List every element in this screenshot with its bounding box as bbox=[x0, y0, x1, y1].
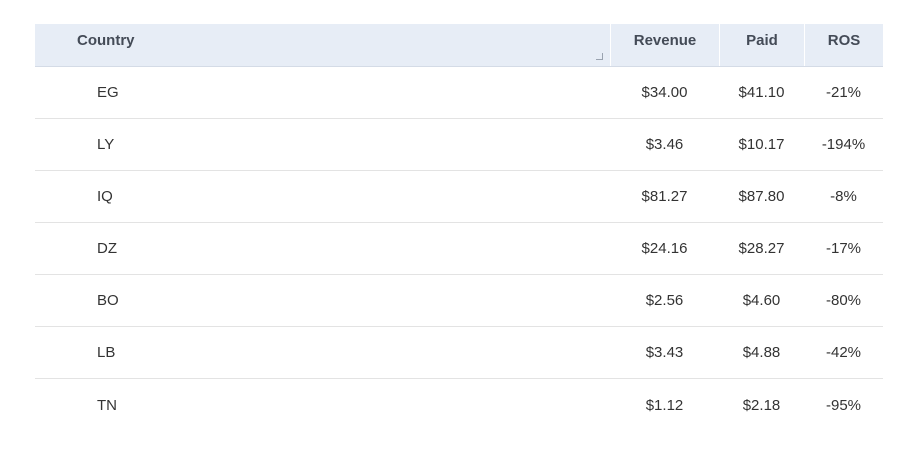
cell-revenue: $3.46 bbox=[645, 136, 684, 153]
column-header-country[interactable]: Country bbox=[35, 24, 610, 66]
cell-ros: -95% bbox=[825, 396, 862, 414]
cell-country: IQ bbox=[97, 188, 113, 205]
table-row[interactable]: BO $2.56 $4.60 -80% bbox=[35, 275, 883, 327]
table-row[interactable]: LB $3.43 $4.88 -42% bbox=[35, 327, 883, 379]
cell-country: DZ bbox=[97, 240, 117, 257]
cell-ros: -8% bbox=[830, 188, 857, 205]
cell-revenue: $34.00 bbox=[641, 84, 688, 101]
column-header-country-label: Country bbox=[77, 32, 135, 49]
cell-paid: $41.10 bbox=[738, 84, 785, 101]
data-table: Country Revenue Paid ROS EG $34.00 $41.1… bbox=[35, 24, 883, 431]
column-header-revenue-label: Revenue bbox=[633, 32, 697, 49]
cell-ros: -17% bbox=[825, 240, 862, 257]
table-row[interactable]: TN $1.12 $2.18 -95% bbox=[35, 379, 883, 431]
cell-paid: $4.60 bbox=[742, 292, 781, 309]
column-header-paid[interactable]: Paid bbox=[719, 24, 804, 66]
cell-revenue: $3.43 bbox=[645, 344, 684, 361]
cell-paid: $28.27 bbox=[738, 240, 785, 257]
table-row[interactable]: EG $34.00 $41.10 -21% bbox=[35, 67, 883, 119]
cell-ros: -194% bbox=[821, 136, 866, 153]
cell-paid: $2.18 bbox=[742, 396, 781, 414]
cell-revenue: $1.12 bbox=[645, 396, 684, 414]
cell-paid: $10.17 bbox=[738, 136, 785, 153]
cell-country: LY bbox=[97, 136, 115, 153]
cell-country: BO bbox=[97, 292, 119, 309]
column-resize-handle-icon[interactable] bbox=[596, 53, 603, 60]
cell-country: TN bbox=[97, 396, 117, 414]
cell-paid: $87.80 bbox=[738, 188, 785, 205]
table-row[interactable]: IQ $81.27 $87.80 -8% bbox=[35, 171, 883, 223]
table-row[interactable]: DZ $24.16 $28.27 -17% bbox=[35, 223, 883, 275]
cell-country: LB bbox=[97, 344, 116, 361]
cell-paid: $4.88 bbox=[742, 344, 781, 361]
column-header-paid-label: Paid bbox=[746, 32, 778, 49]
cell-ros: -42% bbox=[825, 344, 862, 361]
cell-country: EG bbox=[97, 84, 119, 101]
cell-revenue: $24.16 bbox=[641, 240, 688, 257]
table-body: EG $34.00 $41.10 -21% LY $3.46 $10.17 -1… bbox=[35, 67, 883, 431]
table-row[interactable]: LY $3.46 $10.17 -194% bbox=[35, 119, 883, 171]
cell-revenue: $2.56 bbox=[645, 292, 684, 309]
cell-ros: -80% bbox=[825, 292, 862, 309]
table-header: Country Revenue Paid ROS bbox=[35, 24, 883, 67]
column-header-ros[interactable]: ROS bbox=[804, 24, 883, 66]
column-header-revenue[interactable]: Revenue bbox=[610, 24, 719, 66]
cell-revenue: $81.27 bbox=[641, 188, 688, 205]
cell-ros: -21% bbox=[825, 84, 862, 101]
column-header-ros-label: ROS bbox=[827, 32, 861, 49]
